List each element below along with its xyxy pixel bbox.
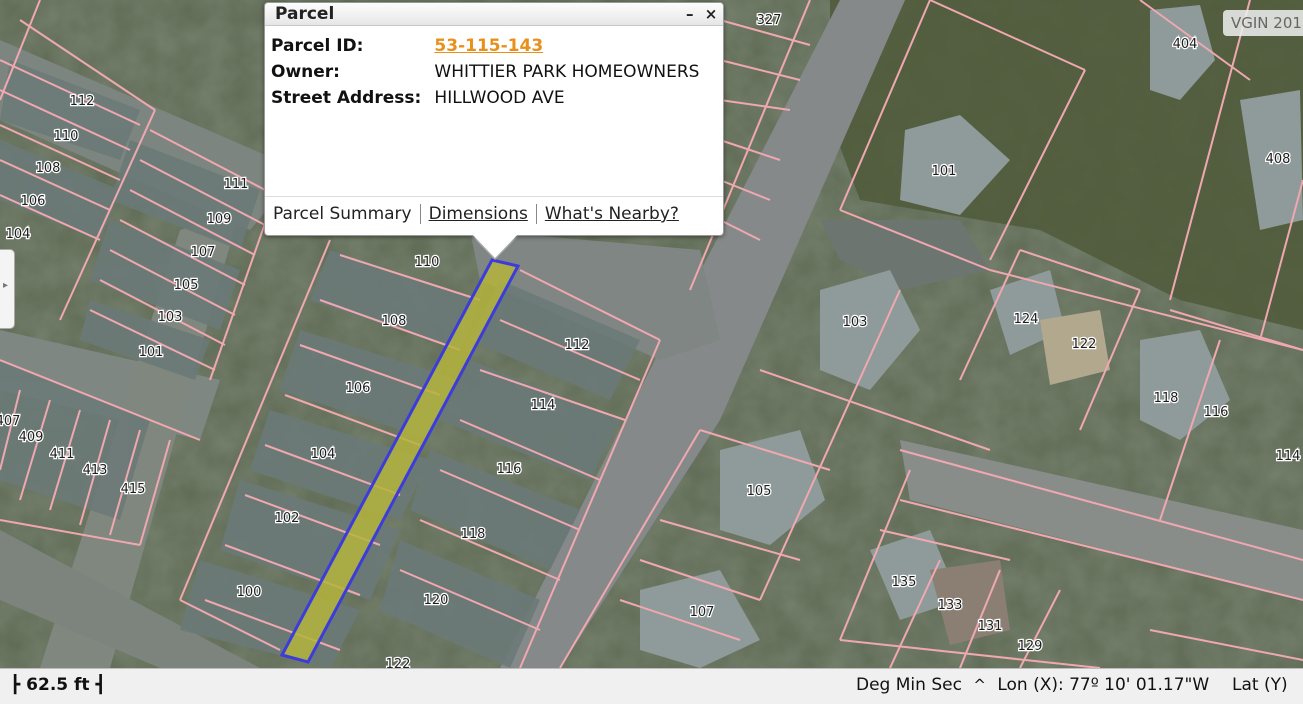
parcel-number: 102 bbox=[275, 511, 300, 526]
parcel-number: 108 bbox=[382, 314, 407, 329]
parcel-number: 107 bbox=[191, 245, 216, 260]
parcel-number: 106 bbox=[346, 381, 371, 396]
owner-label: Owner: bbox=[271, 62, 340, 82]
parcel-number: 105 bbox=[747, 484, 772, 499]
address-value: HILLWOOD AVE bbox=[434, 88, 565, 108]
owner-value: WHITTIER PARK HOMEOWNERS bbox=[434, 62, 700, 82]
field-row-owner: Owner: WHITTIER PARK HOMEOWNERS bbox=[271, 59, 699, 85]
parcel-number: 108 bbox=[36, 161, 61, 176]
parcel-number: 101 bbox=[932, 164, 957, 179]
lat-label: Lat (Y) bbox=[1231, 675, 1288, 695]
parcel-number: 404 bbox=[1173, 37, 1198, 52]
scale-left-tick-icon: ┣ bbox=[10, 675, 21, 695]
parcel-number: 129 bbox=[1018, 639, 1043, 654]
lon-label: Lon (X): bbox=[997, 675, 1064, 695]
parcel-number: 101 bbox=[139, 345, 164, 360]
field-row-parcel-id: Parcel ID: 53-115-143 bbox=[271, 33, 699, 59]
parcel-number: 107 bbox=[690, 605, 715, 620]
parcel-number: 114 bbox=[531, 398, 556, 413]
parcel-fields: Parcel ID: 53-115-143 Owner: WHITTIER PA… bbox=[271, 33, 699, 111]
parcel-number: 103 bbox=[843, 315, 868, 330]
parcel-number: 122 bbox=[1072, 337, 1097, 352]
parcel-number: 116 bbox=[497, 462, 522, 477]
parcel-number: 110 bbox=[415, 255, 440, 270]
parcel-number: 116 bbox=[1204, 405, 1229, 420]
parcel-id-link[interactable]: 53-115-143 bbox=[434, 33, 543, 59]
parcel-popup: Parcel – × Parcel ID: 53-115-143 Owner: … bbox=[264, 2, 724, 236]
parcel-number: 413 bbox=[83, 463, 108, 478]
parcel-number: 131 bbox=[978, 619, 1003, 634]
parcel-number: 411 bbox=[50, 447, 75, 462]
parcel-number: 104 bbox=[6, 227, 31, 242]
parcel-number: 110 bbox=[54, 129, 79, 144]
status-bar: ┣ 62.5 ft ┫ Deg Min Sec ^ Lon (X): 77º 1… bbox=[0, 668, 1303, 704]
lon-value: 77º 10' 01.17"W bbox=[1069, 675, 1210, 695]
parcel-number: 409 bbox=[19, 430, 44, 445]
tab-parcel-summary[interactable]: Parcel Summary bbox=[265, 204, 420, 224]
field-row-address: Street Address: HILLWOOD AVE bbox=[271, 85, 699, 111]
caret-up-icon[interactable]: ^ bbox=[973, 676, 986, 694]
chevron-right-icon: ▸ bbox=[3, 280, 9, 291]
parcel-number: 133 bbox=[938, 598, 963, 613]
close-icon[interactable]: × bbox=[703, 3, 719, 25]
parcel-number: 100 bbox=[237, 585, 262, 600]
popup-tabs: Parcel Summary Dimensions What's Nearby? bbox=[265, 196, 723, 231]
popup-title-bar[interactable]: Parcel – × bbox=[265, 3, 723, 26]
scale-right-tick-icon: ┫ bbox=[95, 675, 106, 695]
parcel-number: 327 bbox=[757, 13, 782, 28]
parcel-id-label: Parcel ID: bbox=[271, 36, 364, 56]
coord-format[interactable]: Deg Min Sec bbox=[856, 675, 962, 695]
tab-whats-nearby[interactable]: What's Nearby? bbox=[537, 204, 687, 224]
tab-dimensions[interactable]: Dimensions bbox=[421, 204, 536, 224]
address-label: Street Address: bbox=[271, 88, 422, 108]
parcel-number: 415 bbox=[121, 482, 146, 497]
parcel-number: 105 bbox=[174, 278, 199, 293]
scale-bar: ┣ 62.5 ft ┫ bbox=[10, 675, 106, 695]
scale-text: 62.5 ft bbox=[26, 675, 90, 695]
parcel-number: 122 bbox=[386, 657, 411, 668]
parcel-number: 106 bbox=[21, 194, 46, 209]
popup-pointer bbox=[470, 232, 520, 258]
minimize-icon[interactable]: – bbox=[682, 3, 698, 25]
parcel-number: 112 bbox=[70, 94, 95, 109]
parcel-number: 112 bbox=[565, 338, 590, 353]
parcel-number: 118 bbox=[1154, 391, 1179, 406]
parcel-number: 124 bbox=[1014, 312, 1039, 327]
parcel-number: 118 bbox=[461, 527, 486, 542]
side-panel-toggle[interactable]: ▸ bbox=[0, 249, 15, 329]
parcel-number: 104 bbox=[311, 447, 336, 462]
parcel-number: 407 bbox=[0, 414, 20, 429]
parcel-number: 114 bbox=[1276, 449, 1301, 464]
attribution: VGIN 2013 bbox=[1223, 10, 1303, 36]
parcel-number: 103 bbox=[158, 310, 183, 325]
parcel-number: 120 bbox=[424, 593, 449, 608]
parcel-number: 109 bbox=[207, 212, 232, 227]
parcel-number: 408 bbox=[1266, 152, 1291, 167]
popup-title: Parcel bbox=[275, 4, 335, 24]
parcel-number: 135 bbox=[892, 575, 917, 590]
coordinate-readout: Deg Min Sec ^ Lon (X): 77º 10' 01.17"W L… bbox=[856, 675, 1288, 695]
parcel-number: 111 bbox=[224, 177, 249, 192]
